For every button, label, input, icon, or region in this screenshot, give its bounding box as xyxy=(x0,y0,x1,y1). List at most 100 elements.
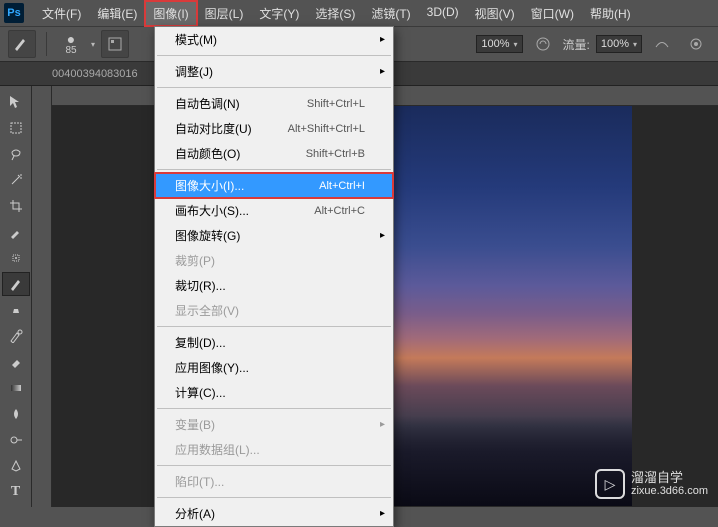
divider xyxy=(46,32,47,56)
menu-item-label: 变量(B) xyxy=(175,416,215,433)
menu-item-label: 陷印(T)... xyxy=(175,473,224,490)
menu-item-label: 计算(C)... xyxy=(175,384,226,401)
flow-value: 100% xyxy=(601,38,629,50)
menu-item-shortcut: Alt+Ctrl+C xyxy=(314,205,365,217)
menu-item-label: 裁剪(P) xyxy=(175,252,215,269)
menu-separator xyxy=(157,408,391,409)
menu-item[interactable]: 画布大小(S)... Alt+Ctrl+C xyxy=(155,198,393,223)
menu-separator xyxy=(157,169,391,170)
menu-item: 裁剪(P) xyxy=(155,248,393,273)
menu-item: 应用数据组(L)... xyxy=(155,437,393,462)
menu-item-label: 应用数据组(L)... xyxy=(175,441,260,458)
history-brush-tool[interactable] xyxy=(2,324,30,348)
menu-item-label: 复制(D)... xyxy=(175,334,226,351)
menu-item: 显示全部(V) xyxy=(155,298,393,323)
menu-图层[interactable]: 图层(L) xyxy=(197,1,252,26)
menu-文字[interactable]: 文字(Y) xyxy=(251,1,307,26)
menu-滤镜[interactable]: 滤镜(T) xyxy=(363,1,418,26)
menu-item-label: 图像大小(I)... xyxy=(175,177,244,194)
menu-item[interactable]: 自动颜色(O)Shift+Ctrl+B xyxy=(155,141,393,166)
type-tool[interactable]: T xyxy=(2,480,30,504)
dropdown-icon: ▾ xyxy=(633,40,637,49)
watermark: ▷ 溜溜自学 zixue.3d66.com xyxy=(595,469,708,499)
clone-stamp-tool[interactable] xyxy=(2,298,30,322)
menu-item-label: 裁切(R)... xyxy=(175,277,226,294)
brush-panel-toggle[interactable] xyxy=(101,30,129,58)
brush-preset-picker[interactable]: ● 85 xyxy=(57,30,85,58)
lasso-tool[interactable] xyxy=(2,142,30,166)
airbrush-icon[interactable] xyxy=(648,30,676,58)
menu-3d[interactable]: 3D(D) xyxy=(419,1,467,26)
document-tab[interactable]: 00400394083016 xyxy=(52,68,138,80)
menu-item[interactable]: 自动对比度(U) Alt+Shift+Ctrl+L xyxy=(155,116,393,141)
marquee-tool[interactable] xyxy=(2,116,30,140)
magic-wand-tool[interactable] xyxy=(2,168,30,192)
app-logo: Ps xyxy=(4,3,24,23)
menu-item[interactable]: 计算(C)... xyxy=(155,380,393,405)
menu-separator xyxy=(157,497,391,498)
dropdown-icon[interactable]: ▾ xyxy=(91,40,95,49)
menu-item-shortcut: Alt+Ctrl+I xyxy=(319,180,365,192)
brush-size-value: 85 xyxy=(65,46,76,56)
menu-帮助[interactable]: 帮助(H) xyxy=(582,1,639,26)
menu-视图[interactable]: 视图(V) xyxy=(467,1,523,26)
toolbox: T xyxy=(0,86,32,507)
menu-item[interactable]: 复制(D)... xyxy=(155,330,393,355)
menu-separator xyxy=(157,465,391,466)
menu-item[interactable]: 图像旋转(G) xyxy=(155,223,393,248)
menu-item-label: 调整(J) xyxy=(175,63,213,80)
image-menu-dropdown: 模式(M) 调整(J) 自动色调(N) Shift+Ctrl+L 自动对比度(U) Alt… xyxy=(154,26,394,527)
menu-item-label: 模式(M) xyxy=(175,31,217,48)
menu-item-shortcut: Shift+Ctrl+L xyxy=(307,98,365,110)
menu-item-shortcut: Alt+Shift+Ctrl+L xyxy=(288,123,365,135)
menu-item-label: 应用图像(Y)... xyxy=(175,359,249,376)
menu-bar: Ps 文件(F)编辑(E)图像(I)图层(L)文字(Y)选择(S)滤镜(T)3D… xyxy=(0,0,718,26)
pressure-size-icon[interactable] xyxy=(682,30,710,58)
menu-窗口[interactable]: 窗口(W) xyxy=(523,1,582,26)
eyedropper-tool[interactable] xyxy=(2,220,30,244)
watermark-url: zixue.3d66.com xyxy=(631,485,708,497)
menu-item[interactable]: 应用图像(Y)... xyxy=(155,355,393,380)
menu-separator xyxy=(157,326,391,327)
healing-tool[interactable] xyxy=(2,246,30,270)
pen-tool[interactable] xyxy=(2,454,30,478)
current-tool-preview[interactable] xyxy=(8,30,36,58)
menu-separator xyxy=(157,55,391,56)
opacity-value: 100% xyxy=(481,38,509,50)
menu-item[interactable]: 裁切(R)... xyxy=(155,273,393,298)
pressure-opacity-icon[interactable] xyxy=(529,30,557,58)
menu-item[interactable]: 调整(J) xyxy=(155,59,393,84)
menu-item[interactable]: 模式(M) xyxy=(155,27,393,52)
menu-item-label: 画布大小(S)... xyxy=(175,202,249,219)
menu-item-label: 显示全部(V) xyxy=(175,302,239,319)
menu-选择[interactable]: 选择(S) xyxy=(307,1,363,26)
eraser-tool[interactable] xyxy=(2,350,30,374)
menu-item[interactable]: 分析(A) xyxy=(155,501,393,526)
move-tool[interactable] xyxy=(2,90,30,114)
menu-item-shortcut: Shift+Ctrl+B xyxy=(306,148,365,160)
menu-图像[interactable]: 图像(I) xyxy=(145,1,196,26)
vertical-ruler xyxy=(32,86,52,507)
menu-item-label: 图像旋转(G) xyxy=(175,227,240,244)
flow-field[interactable]: 100% ▾ xyxy=(596,35,642,53)
gradient-tool[interactable] xyxy=(2,376,30,400)
dropdown-icon: ▾ xyxy=(513,40,517,49)
menu-separator xyxy=(157,87,391,88)
menu-item: 变量(B) xyxy=(155,412,393,437)
menu-编辑[interactable]: 编辑(E) xyxy=(89,1,145,26)
play-icon: ▷ xyxy=(595,469,625,499)
menu-文件[interactable]: 文件(F) xyxy=(34,1,89,26)
crop-tool[interactable] xyxy=(2,194,30,218)
opacity-field[interactable]: 100% ▾ xyxy=(476,35,522,53)
watermark-brand: 溜溜自学 xyxy=(631,471,708,485)
menu-item: 陷印(T)... xyxy=(155,469,393,494)
menu-item-label: 分析(A) xyxy=(175,505,215,522)
blur-tool[interactable] xyxy=(2,402,30,426)
brush-tool[interactable] xyxy=(2,272,30,296)
menu-item[interactable]: 图像大小(I)... Alt+Ctrl+I xyxy=(155,173,393,198)
menu-item[interactable]: 自动色调(N) Shift+Ctrl+L xyxy=(155,91,393,116)
dodge-tool[interactable] xyxy=(2,428,30,452)
menu-item-label: 自动对比度(U) xyxy=(175,120,252,137)
menu-item-label: 自动色调(N) xyxy=(175,95,240,112)
flow-label: 流量: xyxy=(563,36,590,53)
